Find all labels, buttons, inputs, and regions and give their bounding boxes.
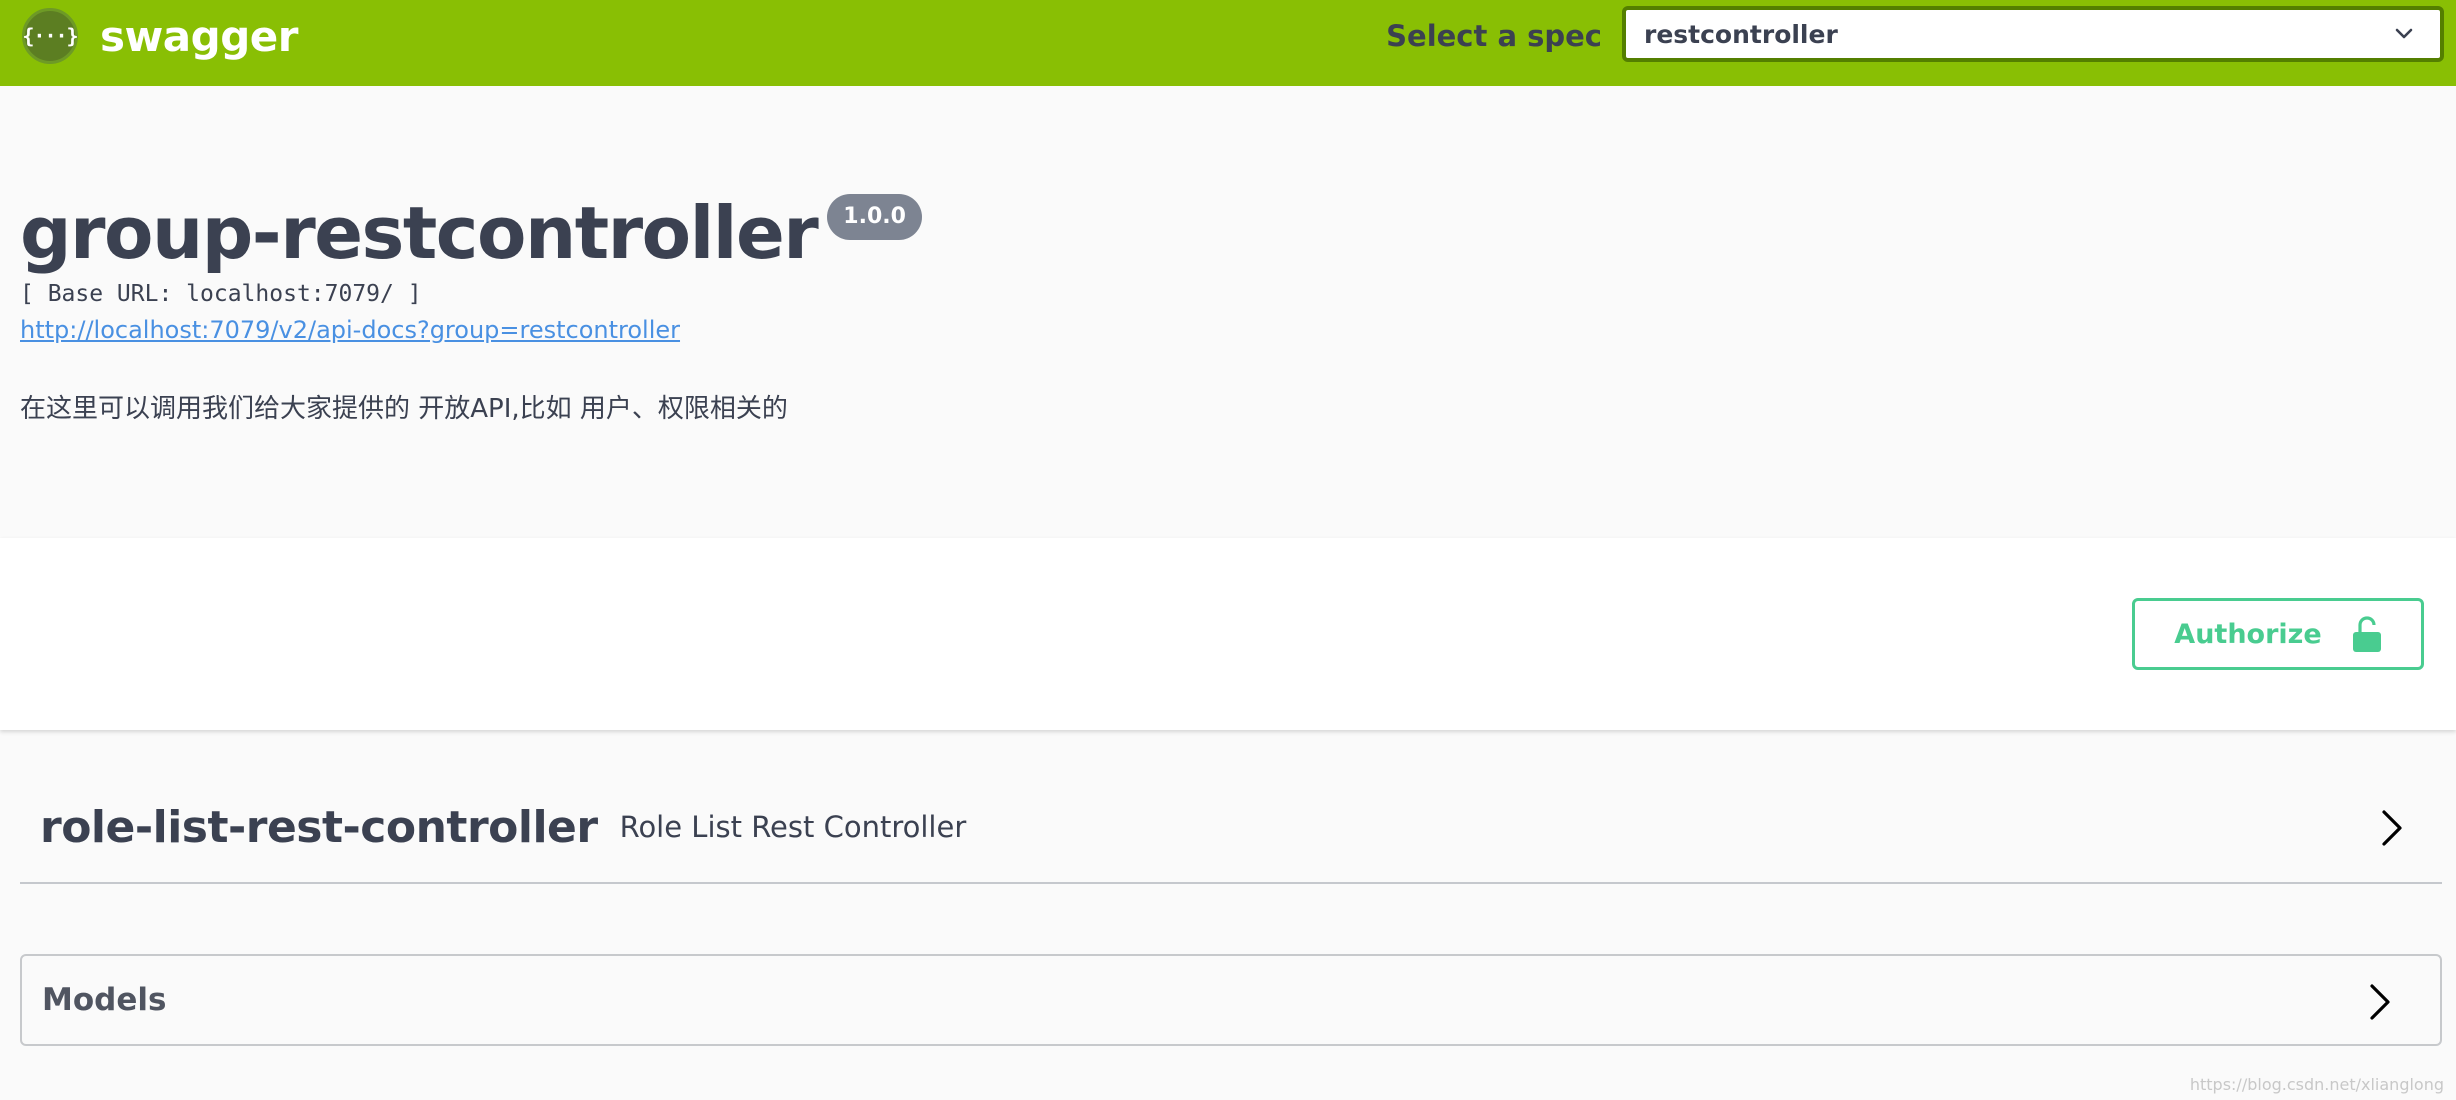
title-row: group-restcontroller 1.0.0 <box>20 188 2420 278</box>
authorize-label: Authorize <box>2174 618 2322 650</box>
spec-select-value: restcontroller <box>1644 19 1838 49</box>
models-section[interactable]: Models <box>20 954 2442 1046</box>
chevron-down-icon <box>2395 28 2413 39</box>
api-docs-link[interactable]: http://localhost:7079/v2/api-docs?group=… <box>20 316 680 344</box>
swagger-logo-icon: {···} <box>22 8 79 64</box>
base-url: [ Base URL: localhost:7079/ ] <box>20 281 422 307</box>
spec-select[interactable]: restcontroller <box>1622 6 2444 62</box>
api-info: group-restcontroller 1.0.0 [ Base URL: l… <box>20 188 2420 425</box>
brand-link[interactable]: {···} swagger <box>22 8 298 64</box>
topbar: {···} swagger Select a spec restcontroll… <box>0 0 2456 86</box>
api-description: 在这里可以调用我们给大家提供的 开放API,比如 用户、权限相关的 <box>20 394 788 424</box>
version-badge: 1.0.0 <box>827 194 922 240</box>
models-title: Models <box>42 982 167 1018</box>
unlock-icon <box>2352 616 2381 652</box>
tag-role-list-rest-controller[interactable]: role-list-rest-controller Role List Rest… <box>20 772 2442 884</box>
api-title: group-restcontroller <box>20 191 819 275</box>
tag-name: role-list-rest-controller <box>40 801 598 853</box>
chevron-right-icon[interactable] <box>2380 808 2404 848</box>
brand-name: swagger <box>100 11 298 61</box>
authorize-button[interactable]: Authorize <box>2132 598 2424 670</box>
watermark: https://blog.csdn.net/xlianglong <box>2189 1075 2444 1094</box>
chevron-right-icon[interactable] <box>2368 982 2392 1022</box>
spec-select-label: Select a spec <box>1386 19 1602 53</box>
tag-description: Role List Rest Controller <box>619 810 967 844</box>
scheme-container: Authorize <box>0 538 2456 730</box>
